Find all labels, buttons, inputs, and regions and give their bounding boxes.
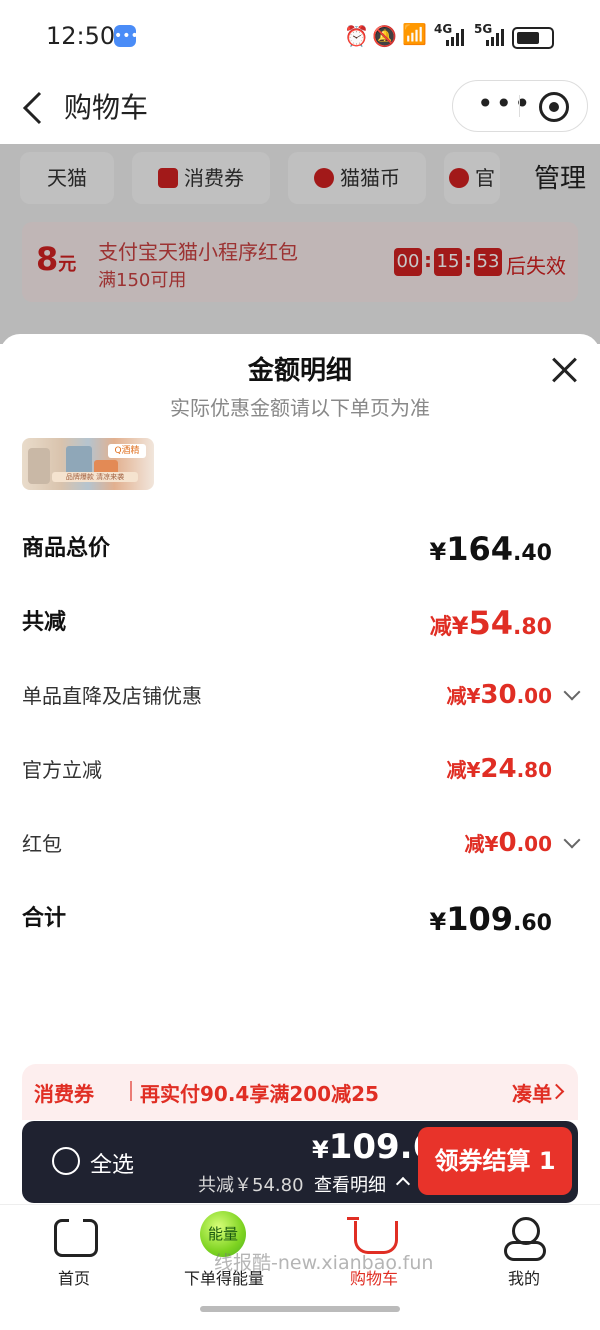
- tab-label: 我的: [507, 1269, 540, 1288]
- official-discount-row: 官方立减 减¥24.80: [22, 754, 578, 790]
- thumb-banner-text: 品牌爆款 清凉来袭: [52, 472, 138, 482]
- select-all-label[interactable]: 全选: [90, 1147, 134, 1179]
- official-discount-label: 官方立减: [22, 758, 102, 782]
- chevron-up-icon: [395, 1176, 411, 1192]
- add-items-link[interactable]: 凑单: [512, 1078, 552, 1107]
- product-thumbnail: Q酒精 品牌爆款 清凉来袭: [22, 438, 154, 490]
- alarm-icon: ⏰: [344, 24, 369, 48]
- message-app-icon: •••: [114, 25, 139, 47]
- red-packet-label: 红包: [22, 832, 62, 856]
- signal-icon: [446, 28, 468, 46]
- total-discount-row: 共减 减¥54.80: [22, 604, 578, 644]
- page-title: 购物车: [64, 91, 149, 124]
- official-discount-value: 减¥24.80: [446, 754, 552, 784]
- back-arrow-icon[interactable]: [20, 90, 48, 126]
- signal-icon-2: [486, 28, 508, 46]
- grand-total-label: 合计: [22, 906, 67, 931]
- status-bar: 12:50 ••• ⏰ 🔕 📶 4G 5G: [0, 0, 600, 72]
- grand-total-value: ¥109.60: [429, 900, 552, 938]
- checkout-total-yen: ¥: [312, 1136, 329, 1164]
- more-dots-icon[interactable]: •••: [477, 87, 533, 120]
- watermark: 线报酷-new.xianbao.fun: [214, 1252, 434, 1274]
- total-discount-label: 共减: [22, 610, 67, 635]
- subtotal-label: 商品总价: [22, 536, 111, 561]
- view-details-link[interactable]: 查看明细: [314, 1171, 386, 1197]
- close-icon[interactable]: [550, 356, 578, 384]
- coupon-text: 再实付90.4享满200减25: [140, 1082, 379, 1106]
- page-header: 购物车 •••: [0, 72, 600, 144]
- battery-icon: [512, 27, 554, 49]
- subtotal-value: ¥164.40: [429, 530, 552, 568]
- coupon-banner[interactable]: 消费券 再实付90.4享满200减25 凑单: [22, 1064, 578, 1120]
- store-discount-value: 减¥30.00: [446, 680, 552, 710]
- sheet-title: 金额明细: [247, 356, 352, 386]
- sheet-subtitle: 实际优惠金额请以下单页为准: [170, 396, 430, 420]
- select-all-radio[interactable]: [52, 1147, 80, 1175]
- store-discount-label: 单品直降及店铺优惠: [22, 684, 202, 708]
- wifi-icon: 📶: [402, 22, 427, 46]
- home-indicator[interactable]: [200, 1306, 400, 1312]
- chevron-down-icon[interactable]: [563, 683, 581, 701]
- capsule-divider: [519, 95, 520, 117]
- target-icon[interactable]: [539, 92, 569, 122]
- tab-label: 首页: [57, 1269, 90, 1288]
- checkout-button[interactable]: 领券结算 1: [418, 1127, 572, 1195]
- store-discount-row[interactable]: 单品直降及店铺优惠 减¥30.00: [22, 680, 581, 716]
- coupon-divider: [130, 1081, 132, 1101]
- checkout-savings: 共减￥54.80: [198, 1175, 304, 1196]
- grand-total-row: 合计 ¥109.60: [22, 900, 578, 940]
- modal-overlay[interactable]: [0, 144, 600, 344]
- checkout-bar: 全选 ¥109.6 共减￥54.80 查看明细 领券结算 1: [22, 1121, 578, 1203]
- home-icon: [54, 1219, 98, 1257]
- red-packet-value: 减¥0.00: [464, 828, 552, 858]
- chevron-down-icon[interactable]: [563, 831, 581, 849]
- subtotal-row: 商品总价 ¥164.40: [22, 530, 578, 570]
- coupon-tag: 消费券: [34, 1082, 94, 1106]
- mute-icon: 🔕: [372, 24, 397, 48]
- clock: 12:50: [46, 22, 116, 50]
- mini-program-capsule: •••: [452, 80, 588, 132]
- total-discount-value: 减¥54.80: [429, 604, 552, 642]
- thumb-brand-badge: Q酒精: [108, 444, 146, 458]
- red-packet-row[interactable]: 红包 减¥0.00: [22, 828, 581, 864]
